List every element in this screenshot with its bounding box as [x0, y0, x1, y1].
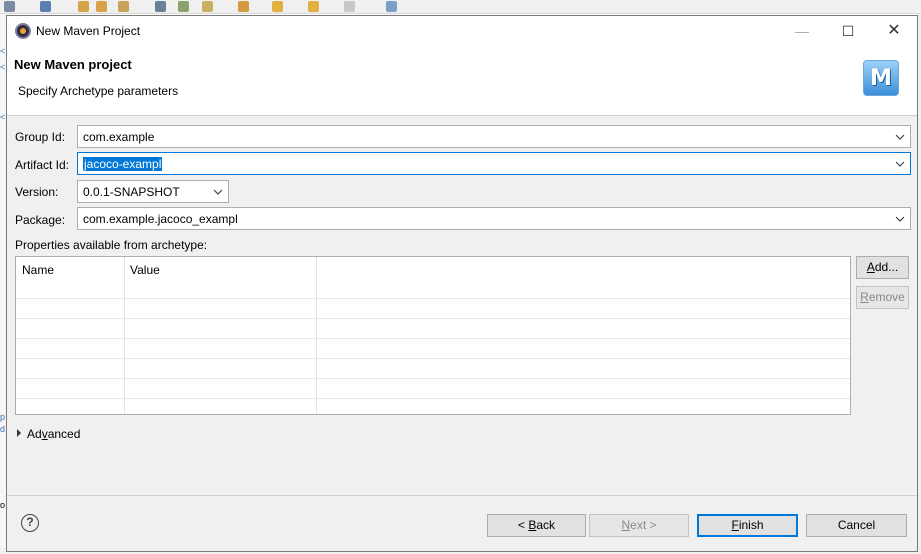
- ide-toolbar-icon[interactable]: [238, 1, 249, 12]
- package-value: com.example.jacoco_exampl: [83, 212, 238, 226]
- ide-toolbar-icon[interactable]: [40, 1, 51, 12]
- help-icon[interactable]: ?: [21, 514, 39, 532]
- next-suffix: ext >: [630, 518, 657, 532]
- version-label: Version:: [15, 185, 59, 199]
- ide-toolbar-icon[interactable]: [118, 1, 129, 12]
- add-mnemonic: A: [866, 260, 875, 274]
- back-prefix: <: [517, 518, 529, 532]
- ide-toolbar-icon[interactable]: [78, 1, 89, 12]
- column-header-value[interactable]: Value: [130, 263, 160, 277]
- group-id-value: com.example: [83, 130, 155, 144]
- ide-toolbar-icon[interactable]: [155, 1, 166, 12]
- chevron-down-icon[interactable]: [893, 128, 907, 145]
- maven-logo-icon: M: [863, 60, 899, 96]
- column-divider: [316, 257, 317, 414]
- expand-triangle-icon[interactable]: [17, 429, 21, 437]
- minimize-button[interactable]: —: [779, 16, 825, 46]
- ide-toolbar-icon[interactable]: [96, 1, 107, 12]
- window-title: New Maven Project: [36, 24, 141, 38]
- add-suffix: dd...: [874, 260, 899, 274]
- maximize-button[interactable]: ☐: [825, 16, 871, 46]
- back-button[interactable]: < Back: [487, 514, 586, 537]
- chevron-down-icon[interactable]: [893, 155, 907, 172]
- table-row-line: [16, 358, 850, 359]
- next-button[interactable]: Next >: [589, 514, 689, 537]
- table-row-line: [16, 398, 850, 399]
- footer-separator: [7, 495, 917, 496]
- artifact-id-value: jacoco-exampl: [83, 157, 163, 171]
- finish-button[interactable]: Finish: [697, 514, 798, 537]
- new-maven-project-dialog: New Maven Project — ☐ ✕ New Maven projec…: [6, 15, 918, 552]
- table-row-line: [16, 338, 850, 339]
- remove-property-button[interactable]: Remove: [856, 286, 909, 309]
- chevron-down-icon[interactable]: [211, 183, 225, 200]
- ide-toolbar-icon[interactable]: [272, 1, 283, 12]
- properties-table[interactable]: Name Value: [15, 256, 851, 415]
- artifact-id-value-wrap: jacoco-exampl: [83, 157, 163, 171]
- ide-toolbar-icon[interactable]: [178, 1, 189, 12]
- advanced-label-suffix: anced: [47, 427, 81, 441]
- ide-toolbar-icon[interactable]: [386, 1, 397, 12]
- table-row-line: [16, 378, 850, 379]
- package-combo[interactable]: com.example.jacoco_exampl: [77, 207, 911, 230]
- cancel-button[interactable]: Cancel: [806, 514, 907, 537]
- remove-suffix: emove: [868, 290, 905, 304]
- next-mnemonic: N: [621, 518, 631, 532]
- version-value: 0.0.1-SNAPSHOT: [83, 185, 180, 199]
- ide-toolbar-icon[interactable]: [344, 1, 355, 12]
- ide-toolbar-icon[interactable]: [4, 1, 15, 12]
- ide-toolbar-icon[interactable]: [202, 1, 213, 12]
- finish-suffix: inish: [738, 518, 764, 532]
- close-button[interactable]: ✕: [871, 16, 917, 46]
- group-id-combo[interactable]: com.example: [77, 125, 911, 148]
- advanced-label-prefix: Ad: [27, 427, 42, 441]
- finish-mnemonic: F: [731, 518, 739, 532]
- eclipse-icon: [15, 23, 31, 39]
- artifact-id-label: Artifact Id:: [15, 158, 70, 172]
- ide-toolbar: [0, 0, 921, 14]
- ide-toolbar-icon[interactable]: [308, 1, 319, 12]
- remove-mnemonic: R: [860, 290, 869, 304]
- add-property-button[interactable]: Add...: [856, 256, 909, 279]
- page-title: New Maven project: [14, 57, 132, 72]
- version-combo[interactable]: 0.0.1-SNAPSHOT: [77, 180, 229, 203]
- back-suffix: ack: [536, 518, 556, 532]
- page-subtitle: Specify Archetype parameters: [18, 84, 179, 98]
- artifact-id-combo[interactable]: jacoco-exampl: [77, 152, 911, 175]
- properties-label: Properties available from archetype:: [15, 238, 208, 252]
- group-id-label: Group Id:: [15, 130, 66, 144]
- column-divider: [124, 257, 125, 414]
- chevron-down-icon[interactable]: [893, 210, 907, 227]
- package-label: Package:: [15, 213, 66, 227]
- column-header-name[interactable]: Name: [22, 263, 54, 277]
- dialog-titlebar[interactable]: New Maven Project — ☐ ✕: [7, 16, 917, 46]
- table-row-line: [16, 318, 850, 319]
- advanced-expander[interactable]: Advanced: [17, 427, 80, 441]
- wizard-header: New Maven project Specify Archetype para…: [7, 46, 917, 116]
- table-row-line: [16, 298, 850, 299]
